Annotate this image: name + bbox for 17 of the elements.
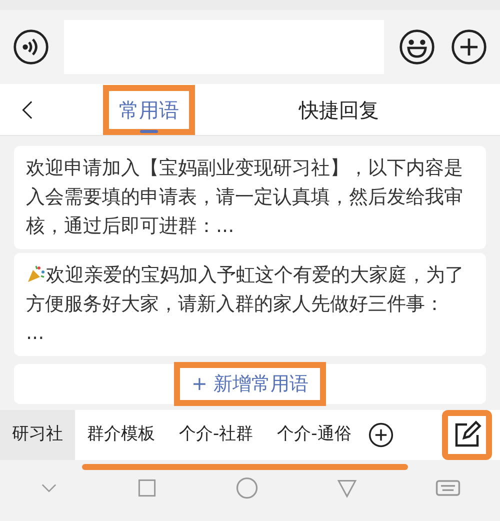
tab[interactable]: 快捷回复: [289, 84, 389, 134]
circle-icon[interactable]: [234, 475, 260, 501]
category-tab[interactable]: 个介-通俗: [265, 410, 364, 460]
voice-icon[interactable]: [12, 28, 50, 66]
phrase-card[interactable]: 欢迎亲爱的宝妈加入予虹这个有爱的大家庭，为了方便服务好大家，请新入群的家人先做好三件事： ...: [14, 253, 486, 356]
edit-button[interactable]: [442, 410, 492, 460]
phrase-text: 欢迎申请加入【宝妈副业变现研习社】，以下内容是入会需要填的申请表，请一定认真填，然后发给我审核，通过后即可进群：...: [26, 157, 463, 237]
category-tab[interactable]: 个介-社群: [167, 410, 266, 460]
add-phrase-button[interactable]: + 新增常用语: [174, 362, 326, 406]
category-tab[interactable]: 研习社: [0, 410, 75, 460]
tab[interactable]: 常用语: [103, 84, 195, 134]
phrase-card[interactable]: 欢迎申请加入【宝妈副业变现研习社】，以下内容是入会需要填的申请表，请一定认真填，然后发给我审核，通过后即可进群：...: [14, 146, 486, 249]
category-tab[interactable]: 群介模板: [75, 410, 167, 460]
smiley-icon[interactable]: [398, 28, 436, 66]
add-category-icon[interactable]: [367, 421, 396, 449]
add-icon[interactable]: [450, 28, 488, 66]
phrase-text: 欢迎亲爱的宝妈加入予虹这个有爱的大家庭，为了方便服务好大家，请新入群的家人先做好三件事： ...: [26, 264, 464, 344]
